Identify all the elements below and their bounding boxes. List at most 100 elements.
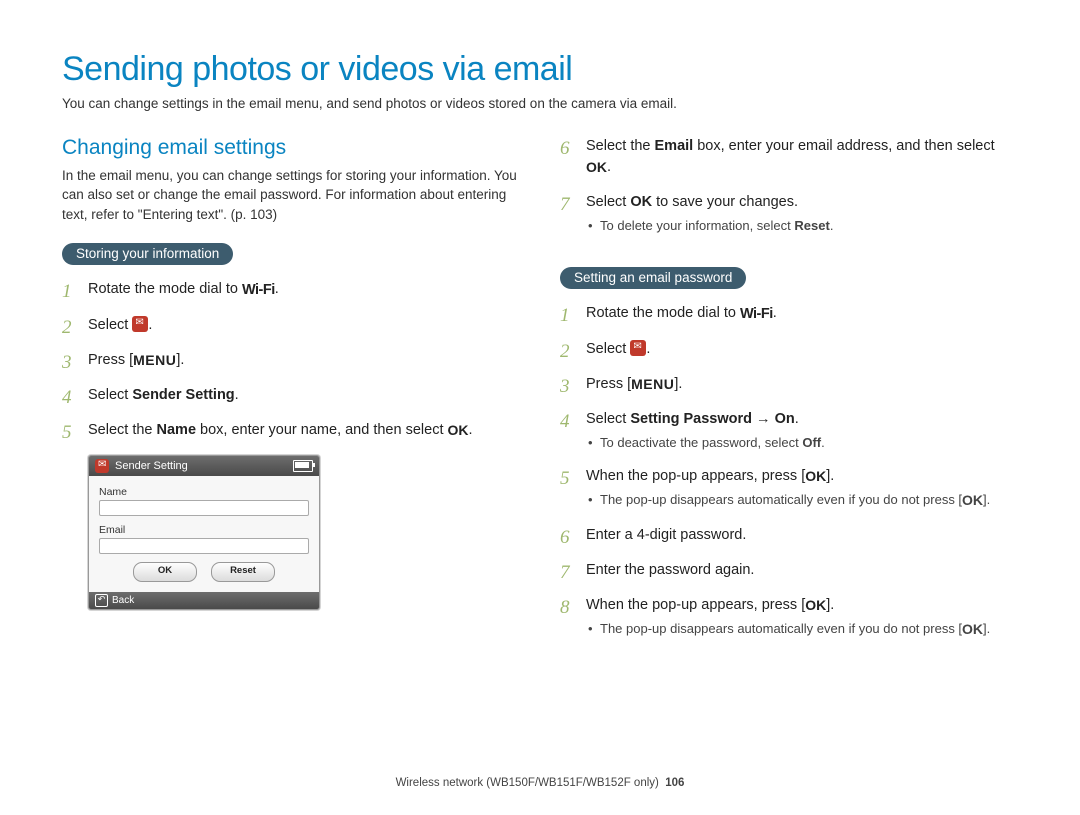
step-5: Select the Name box, enter your name, an…: [62, 420, 520, 441]
sub-text: The pop-up disappears automatically even…: [600, 621, 962, 636]
page-footer: Wireless network (WB150F/WB151F/WB152F o…: [0, 777, 1080, 789]
ok-glyph: OK: [805, 468, 826, 484]
ok-glyph: OK: [962, 621, 983, 637]
page-number: 106: [665, 777, 684, 789]
sub-bullets: The pop-up disappears automatically even…: [586, 620, 1018, 640]
step-bold: OK: [630, 194, 652, 210]
right-column: Select the Email box, enter your email a…: [560, 136, 1018, 654]
shot-ok-button: OK: [133, 562, 197, 582]
step-text: .: [469, 422, 473, 438]
ok-glyph: OK: [805, 597, 826, 613]
mail-icon: [630, 340, 646, 356]
step-text: Select: [88, 317, 132, 333]
step-bold: Sender Setting: [132, 387, 234, 403]
pw-step-3: Press [MENU].: [560, 374, 1018, 395]
sub-bold: Off: [802, 435, 821, 450]
step-6: Select the Email box, enter your email a…: [560, 136, 1018, 178]
section-desc: In the email menu, you can change settin…: [62, 166, 520, 225]
shot-name-input: [99, 500, 309, 516]
sub-bullet: To deactivate the password, select Off.: [586, 434, 1018, 452]
steps-password: Rotate the mode dial to Wi-Fi. Select . …: [560, 303, 1018, 640]
step-text: Select: [586, 411, 630, 427]
pill-email-password: Setting an email password: [560, 267, 746, 289]
step-text: Select: [586, 194, 630, 210]
pw-step-4: Select Setting Password → On. To deactiv…: [560, 409, 1018, 452]
arrow: →: [752, 411, 775, 427]
intro-text: You can change settings in the email men…: [62, 95, 1018, 114]
section-title: Changing email settings: [62, 136, 520, 160]
sub-text: To deactivate the password, select: [600, 435, 802, 450]
step-text: ].: [826, 468, 834, 484]
pill-storing-info: Storing your information: [62, 243, 233, 265]
step-text: .: [235, 387, 239, 403]
sub-bullet: The pop-up disappears automatically even…: [586, 491, 1018, 511]
step-text: .: [795, 411, 799, 427]
shot-title: Sender Setting: [115, 460, 188, 472]
menu-glyph: MENU: [133, 352, 176, 368]
step-text: Rotate the mode dial to: [586, 305, 740, 321]
step-text: .: [773, 305, 777, 321]
pw-step-5: When the pop-up appears, press [OK]. The…: [560, 466, 1018, 511]
sub-text: .: [821, 435, 825, 450]
wifi-glyph: Wi-Fi: [740, 306, 773, 322]
step-bold: On: [775, 411, 795, 427]
step-1: Rotate the mode dial to Wi-Fi.: [62, 279, 520, 301]
left-column: Changing email settings In the email men…: [62, 136, 520, 654]
shot-email-label: Email: [99, 524, 309, 536]
step-text: ].: [674, 376, 682, 392]
step-bold: Name: [157, 422, 197, 438]
shot-reset-button: Reset: [211, 562, 275, 582]
shot-email-input: [99, 538, 309, 554]
step-text: .: [148, 317, 152, 333]
step-text: Press [: [586, 376, 631, 392]
sub-bullets: The pop-up disappears automatically even…: [586, 491, 1018, 511]
step-7: Select OK to save your changes. To delet…: [560, 192, 1018, 235]
sub-bullet: To delete your information, select Reset…: [586, 217, 1018, 235]
step-text: Rotate the mode dial to: [88, 281, 242, 297]
step-bold: Email: [655, 138, 694, 154]
step-2: Select .: [62, 315, 520, 336]
shot-buttons: OK Reset: [99, 562, 309, 582]
sub-bullet: The pop-up disappears automatically even…: [586, 620, 1018, 640]
step-text: ].: [176, 352, 184, 368]
page-title: Sending photos or videos via email: [62, 50, 1018, 89]
step-text: Select: [586, 341, 630, 357]
battery-icon: [293, 460, 313, 472]
shot-body: Name Email OK Reset: [89, 476, 319, 592]
pw-step-2: Select .: [560, 339, 1018, 360]
step-text: When the pop-up appears, press [: [586, 468, 805, 484]
step-4: Select Sender Setting.: [62, 385, 520, 406]
sub-bold: Reset: [794, 218, 829, 233]
shot-name-label: Name: [99, 486, 309, 498]
sub-text: ].: [983, 621, 990, 636]
back-icon: ↶: [95, 594, 108, 607]
step-text: .: [607, 159, 611, 175]
pw-step-8: When the pop-up appears, press [OK]. The…: [560, 595, 1018, 640]
step-text: Select: [88, 387, 132, 403]
step-3: Press [MENU].: [62, 350, 520, 371]
sub-text: .: [830, 218, 834, 233]
sub-text: To delete your information, select: [600, 218, 794, 233]
steps-storing-cont: Select the Email box, enter your email a…: [560, 136, 1018, 235]
device-screenshot: Sender Setting Name Email OK Reset ↶ Bac…: [88, 455, 320, 610]
step-text: to save your changes.: [652, 194, 798, 210]
mail-icon: [95, 459, 109, 473]
shot-footer: ↶ Back: [89, 592, 319, 609]
sub-text: ].: [983, 492, 990, 507]
content-columns: Changing email settings In the email men…: [62, 136, 1018, 654]
mail-icon: [132, 316, 148, 332]
pw-step-7: Enter the password again.: [560, 560, 1018, 581]
pw-step-6: Enter a 4-digit password.: [560, 525, 1018, 546]
pw-step-1: Rotate the mode dial to Wi-Fi.: [560, 303, 1018, 325]
step-text: .: [275, 281, 279, 297]
sub-text: The pop-up disappears automatically even…: [600, 492, 962, 507]
menu-glyph: MENU: [631, 376, 674, 392]
footer-text: Wireless network (WB150F/WB151F/WB152F o…: [396, 777, 659, 789]
step-text: box, enter your name, and then select: [196, 422, 447, 438]
step-text: ].: [826, 597, 834, 613]
ok-glyph: OK: [962, 492, 983, 508]
step-text: When the pop-up appears, press [: [586, 597, 805, 613]
steps-storing: Rotate the mode dial to Wi-Fi. Select . …: [62, 279, 520, 441]
step-bold: Setting Password: [630, 411, 752, 427]
shot-header: Sender Setting: [89, 456, 319, 476]
